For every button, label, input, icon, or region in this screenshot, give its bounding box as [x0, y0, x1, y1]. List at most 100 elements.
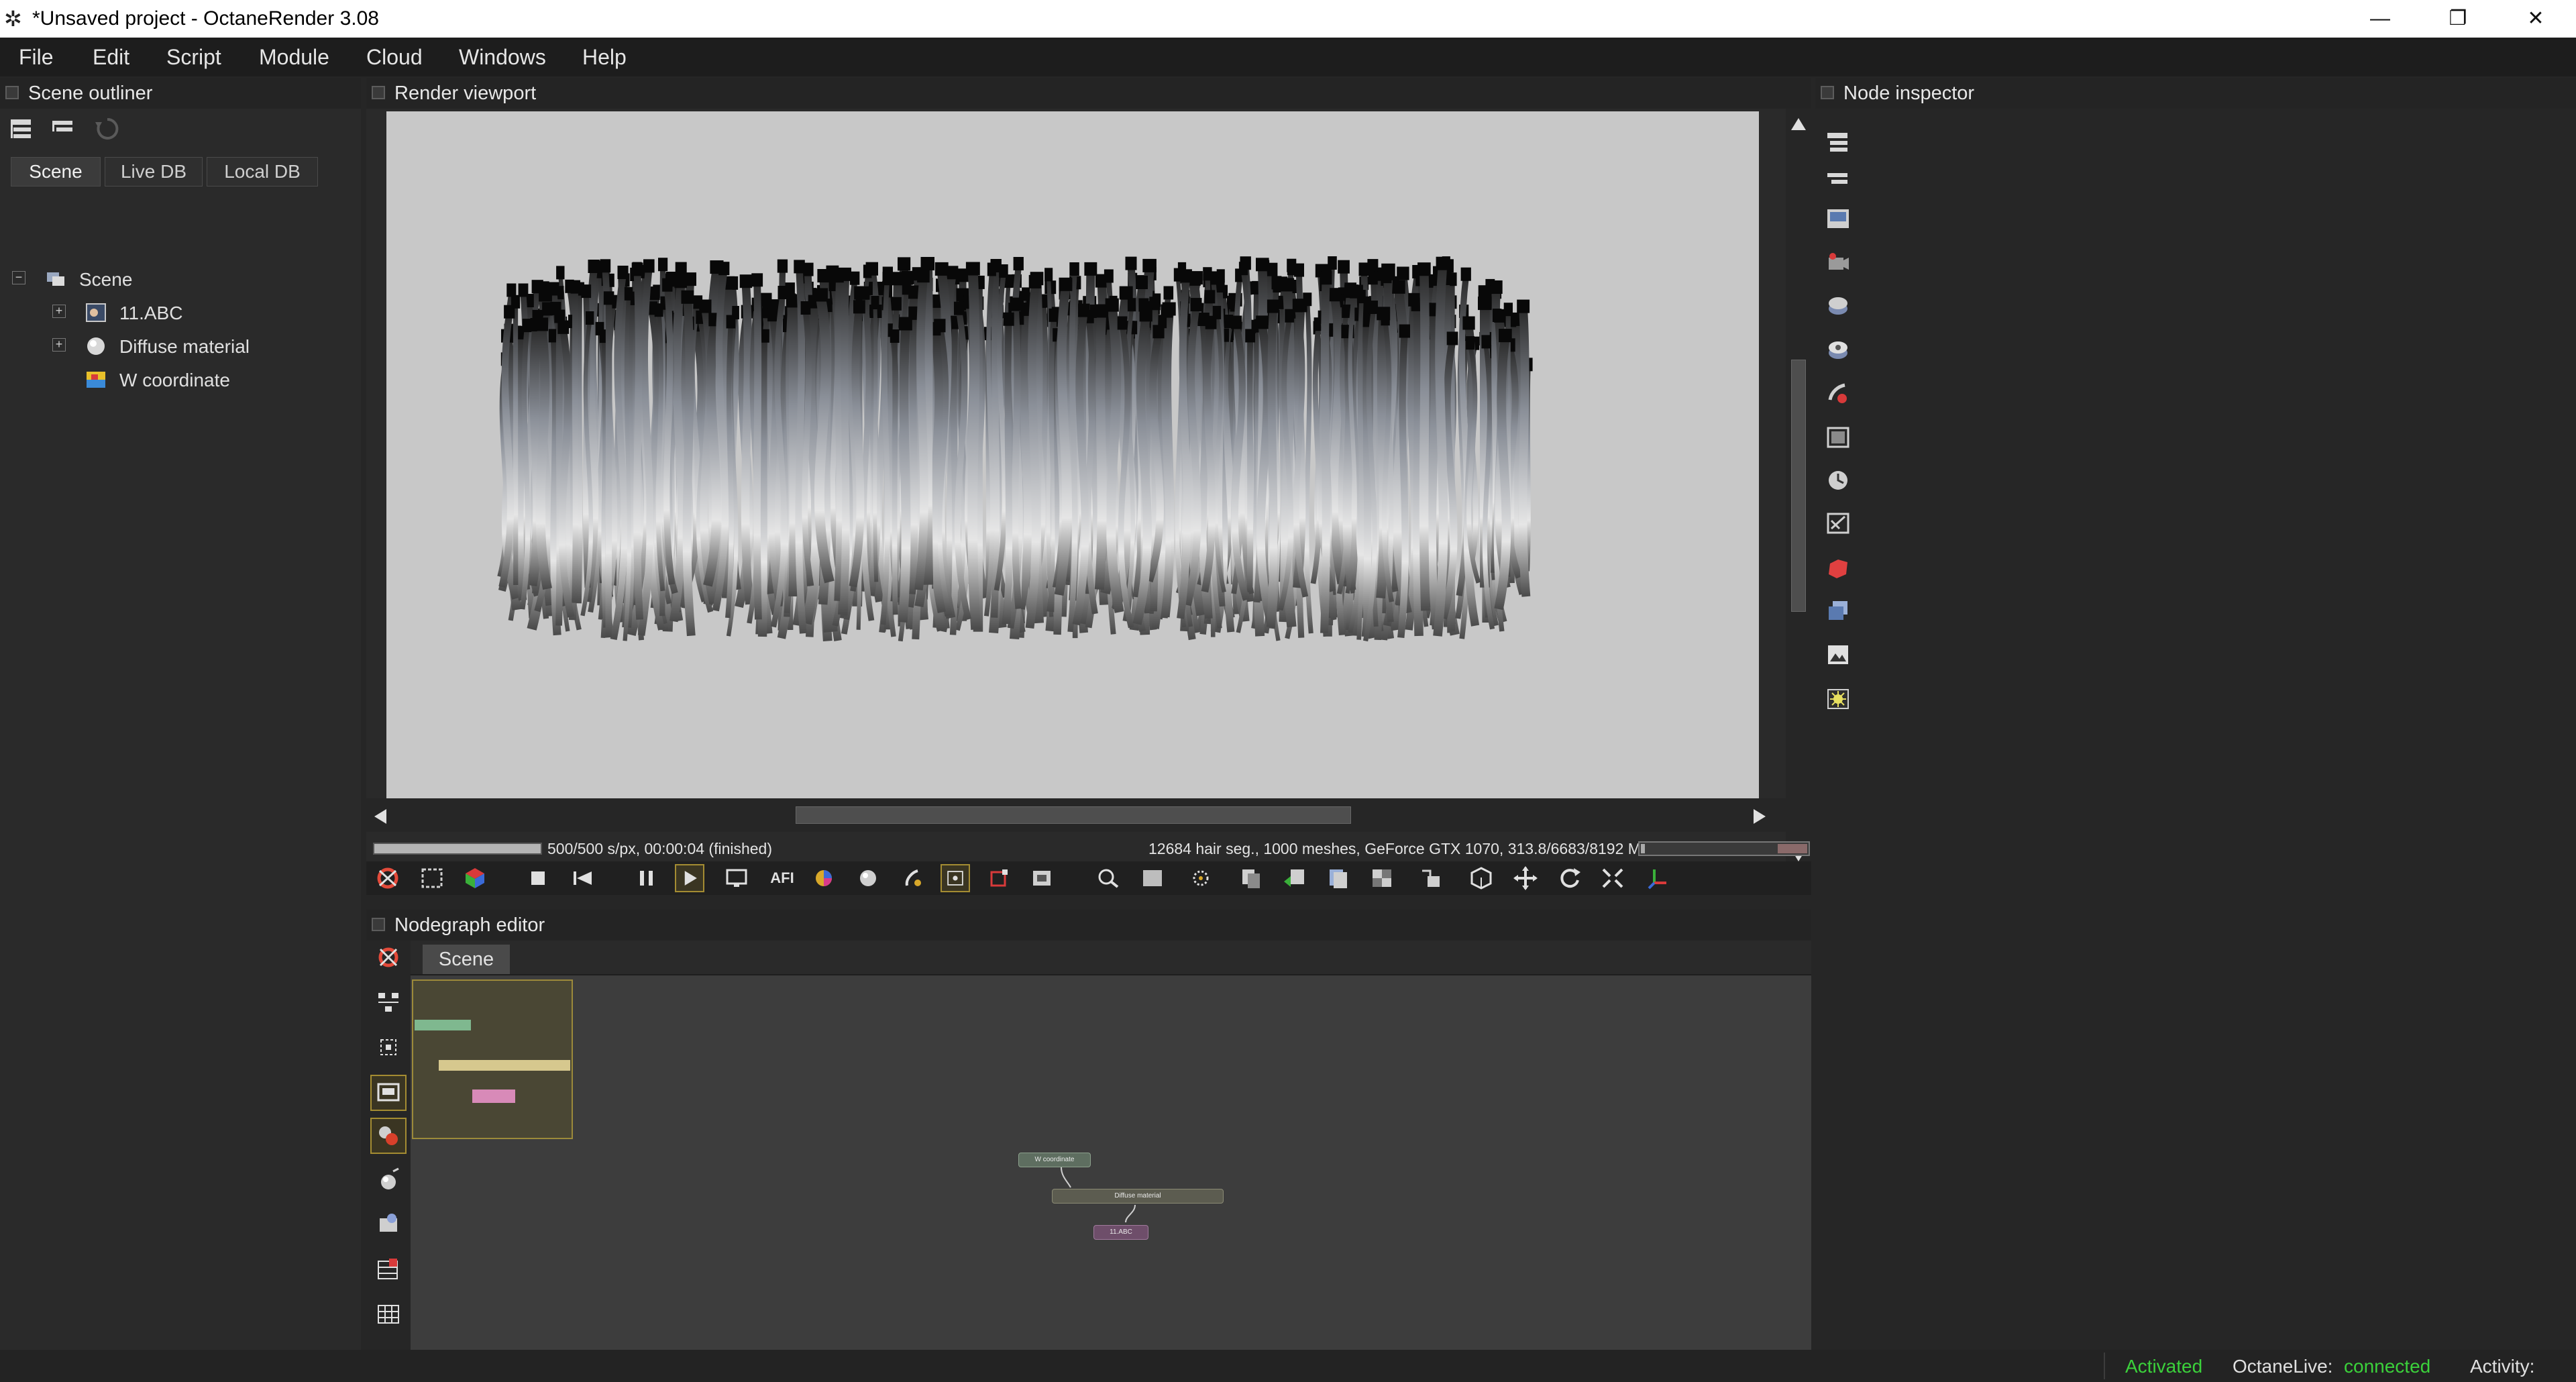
lock-viewport-icon[interactable] [1186, 864, 1216, 892]
tree-item-diffuse-material[interactable]: + Diffuse material [0, 330, 361, 362]
hair-strand-tip [1499, 329, 1512, 343]
minimize-button[interactable]: — [2341, 0, 2419, 38]
scroll-left-icon[interactable] [373, 808, 388, 825]
texture-node-icon[interactable] [374, 1210, 402, 1238]
expand-toggle[interactable]: + [52, 338, 66, 352]
collapse-all-icon[interactable] [1825, 166, 1851, 193]
export-passes-icon[interactable] [1323, 864, 1352, 892]
object-picker-icon[interactable] [898, 864, 927, 892]
gizmo-axis-icon[interactable] [1642, 864, 1672, 892]
afi-button[interactable]: AFI [767, 864, 797, 892]
minimap-toggle-button[interactable] [370, 1075, 407, 1111]
arrange-nodes-icon[interactable] [374, 989, 402, 1017]
octane-logo-icon[interactable] [374, 943, 402, 971]
menu-help[interactable]: Help [582, 44, 627, 70]
rotate-icon[interactable] [1555, 864, 1585, 892]
material-picker-icon[interactable] [1028, 864, 1057, 892]
decal-wireframe-icon[interactable] [1417, 864, 1446, 892]
scroll-right-icon[interactable] [1752, 808, 1767, 825]
focus-picker-icon[interactable] [941, 864, 970, 892]
color-wheel-icon[interactable] [809, 864, 839, 892]
background-image-icon[interactable] [1367, 864, 1397, 892]
hair-strand [682, 299, 696, 637]
collapse-all-icon[interactable] [50, 115, 76, 142]
node-label: W coordinate [1034, 1156, 1075, 1163]
restore-button[interactable]: ❐ [2419, 0, 2497, 38]
menu-script[interactable]: Script [166, 44, 221, 70]
environment-icon[interactable] [1825, 293, 1851, 319]
menu-edit[interactable]: Edit [93, 44, 129, 70]
placement-icon[interactable] [1825, 597, 1851, 624]
render-target-icon[interactable] [1825, 205, 1851, 232]
hair-strand [908, 315, 918, 594]
move-icon[interactable] [1511, 864, 1540, 892]
panel-toggle-checkbox[interactable] [1821, 86, 1834, 99]
visible-environment-icon[interactable] [1825, 337, 1851, 364]
clock-icon[interactable] [1825, 467, 1851, 494]
white-balance-picker-icon[interactable] [985, 864, 1014, 892]
zoom-icon[interactable] [1093, 864, 1123, 892]
material-preview-toggle-button[interactable] [370, 1118, 407, 1154]
region-render-icon[interactable] [417, 864, 447, 892]
tab-scene[interactable]: Scene [11, 157, 101, 187]
fit-nodes-icon[interactable] [374, 1033, 402, 1061]
kernel-icon[interactable] [1825, 424, 1851, 451]
menu-cloud[interactable]: Cloud [366, 44, 423, 70]
panel-toggle-checkbox[interactable] [372, 918, 385, 931]
start-render-icon[interactable] [675, 864, 704, 892]
camera-icon[interactable] [1825, 250, 1851, 276]
menu-module[interactable]: Module [259, 44, 329, 70]
hair-strand [1025, 284, 1040, 629]
node-diffuse-material[interactable]: Diffuse material [1052, 1189, 1224, 1204]
node-connections [1061, 1167, 1136, 1223]
menu-windows[interactable]: Windows [459, 44, 546, 70]
tab-local-db[interactable]: Local DB [207, 157, 318, 187]
render-image[interactable] [386, 111, 1759, 798]
tree-item-11-abc[interactable]: + 11.ABC [0, 297, 361, 329]
fit-to-view-icon[interactable] [1598, 864, 1627, 892]
rgb-cube-icon[interactable] [460, 864, 490, 892]
horizontal-scroll-thumb[interactable] [796, 806, 1351, 824]
save-render-icon[interactable] [1280, 864, 1309, 892]
vertical-scroll-thumb[interactable] [1791, 360, 1806, 612]
collapse-toggle[interactable]: − [12, 271, 25, 284]
hair-strand-tip [1127, 298, 1136, 312]
close-button[interactable]: ✕ [2497, 0, 2575, 38]
pause-icon[interactable] [632, 864, 661, 892]
hair-strand [1067, 271, 1078, 633]
realtime-monitor-icon[interactable] [722, 864, 751, 892]
tree-item-w-coordinate[interactable]: W coordinate [0, 364, 361, 396]
nodegraph-canvas[interactable]: W coordinate Diffuse material 11.ABC [411, 975, 1811, 1350]
expand-all-icon[interactable] [1825, 129, 1851, 156]
material-sphere-icon[interactable] [374, 1166, 402, 1194]
node-11-abc[interactable]: 11.ABC [1093, 1225, 1148, 1240]
node-w-coordinate[interactable]: W coordinate [1018, 1153, 1091, 1167]
vertical-scrollbar[interactable] [1786, 109, 1811, 880]
restart-icon[interactable] [568, 864, 597, 892]
light-icon[interactable] [1825, 686, 1851, 712]
tab-live-db[interactable]: Live DB [105, 157, 203, 187]
geometry-cube-icon[interactable] [1825, 554, 1851, 581]
film-settings-icon[interactable] [1825, 380, 1851, 407]
panel-toggle-checkbox[interactable] [5, 86, 19, 99]
camera-view-cube-icon[interactable] [1466, 864, 1496, 892]
material-preview-icon[interactable] [853, 864, 883, 892]
viewport-resolution-icon[interactable] [1138, 864, 1167, 892]
octane-render-icon[interactable] [373, 864, 402, 892]
copy-to-clipboard-icon[interactable] [1236, 864, 1265, 892]
expand-all-icon[interactable] [8, 115, 35, 142]
node-grid-red-icon[interactable] [374, 1256, 402, 1284]
hair-strand-tip [871, 296, 879, 309]
menu-file[interactable]: File [19, 44, 54, 70]
image-icon[interactable] [1825, 641, 1851, 668]
tab-scene-graph[interactable]: Scene [423, 945, 510, 974]
grid-table-icon[interactable] [374, 1300, 402, 1328]
scroll-up-icon[interactable] [1790, 117, 1807, 131]
imager-icon[interactable] [1825, 510, 1851, 537]
refresh-icon[interactable] [94, 115, 121, 142]
expand-toggle[interactable]: + [52, 305, 66, 318]
tree-item-scene[interactable]: − Scene [0, 263, 361, 295]
panel-toggle-checkbox[interactable] [372, 86, 385, 99]
stop-icon[interactable] [523, 864, 553, 892]
horizontal-scrollbar[interactable] [366, 798, 1786, 832]
